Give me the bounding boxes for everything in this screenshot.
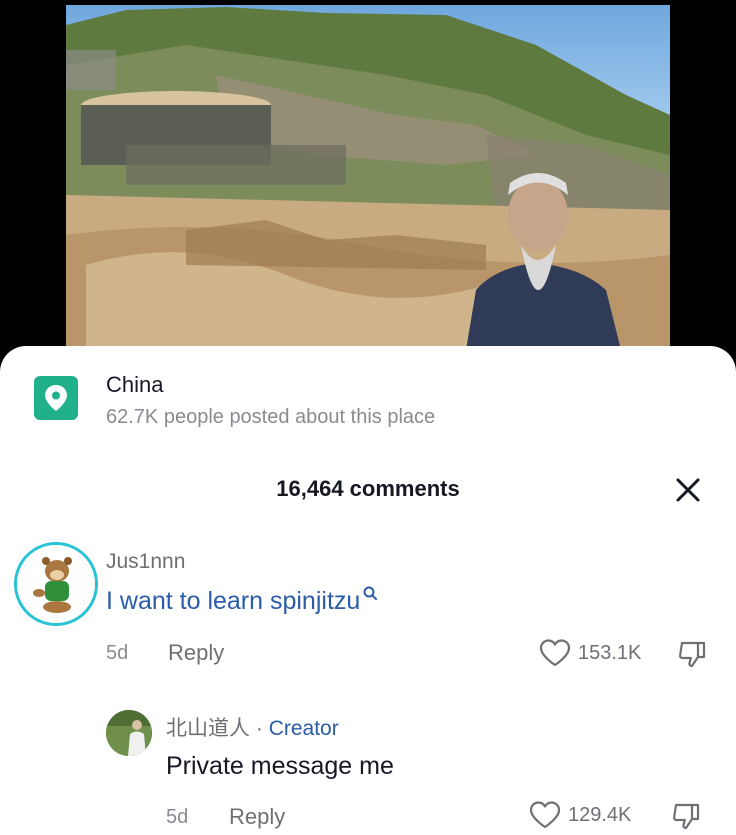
location-pin-icon (34, 376, 78, 420)
heart-icon (539, 639, 571, 667)
creator-avatar-icon (106, 710, 152, 756)
comment-time: 5d (106, 642, 129, 664)
like-button[interactable]: 129.4K (528, 798, 631, 832)
location-card[interactable]: China 62.7K people posted about this pla… (0, 346, 736, 446)
reply-username-line: 北山道人 · Creator (166, 712, 339, 742)
video-scene (66, 7, 670, 350)
separator-dot: · (255, 717, 263, 740)
comment-text[interactable]: I want to learn spinjitzu (106, 585, 378, 616)
dislike-button[interactable] (676, 638, 708, 670)
close-icon (676, 478, 700, 502)
comment-username[interactable]: Jus1nnn (106, 550, 185, 574)
thumbs-down-icon (673, 803, 700, 830)
avatar[interactable] (14, 542, 98, 626)
creator-badge: Creator (268, 717, 339, 740)
reply-item: 北山道人 · Creator Private message me 5d Rep… (0, 710, 736, 835)
search-icon[interactable] (362, 585, 378, 601)
chipmunk-avatar-icon (17, 545, 95, 623)
comment-text-content[interactable]: I want to learn spinjitzu (106, 587, 360, 615)
thumbs-down-icon (679, 641, 706, 668)
video-player[interactable] (0, 0, 736, 372)
comments-sheet: China 62.7K people posted about this pla… (0, 346, 736, 835)
heart-icon (529, 801, 561, 829)
comments-header: 16,464 comments (0, 466, 736, 514)
comment-count: 16,464 comments (276, 476, 460, 501)
like-button[interactable]: 153.1K (538, 636, 641, 670)
reply-text[interactable]: Private message me (166, 752, 394, 781)
like-count: 153.1K (578, 641, 642, 664)
like-count: 129.4K (568, 803, 632, 826)
location-subtitle: 62.7K people posted about this place (106, 406, 436, 428)
location-name: China (106, 372, 164, 397)
reply-username[interactable]: 北山道人 (166, 717, 250, 740)
dislike-button[interactable] (670, 800, 702, 832)
video-frame[interactable] (66, 5, 670, 350)
reply-time: 5d (166, 806, 189, 828)
reply-button[interactable]: Reply (168, 640, 224, 666)
close-button[interactable] (672, 474, 704, 506)
avatar[interactable] (106, 710, 152, 756)
reply-button[interactable]: Reply (229, 804, 285, 830)
comment-item: Jus1nnn I want to learn spinjitzu 5d Rep… (0, 542, 736, 682)
